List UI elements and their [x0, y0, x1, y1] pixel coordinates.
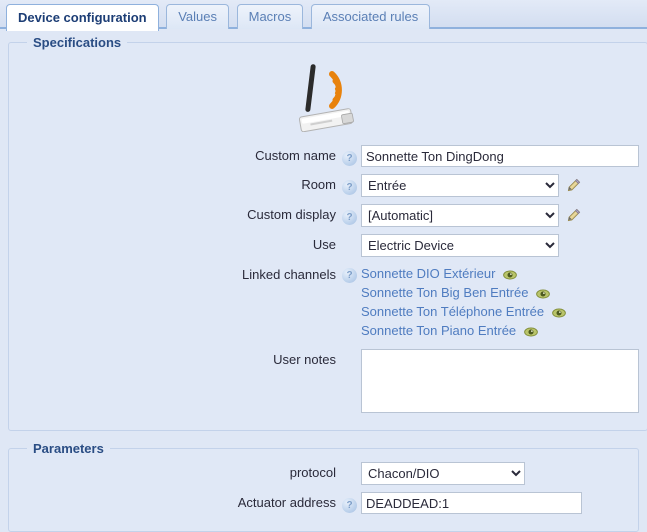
help-spacer	[342, 240, 357, 255]
list-item: Sonnette Ton Piano Entrée	[361, 323, 566, 341]
pencil-icon[interactable]	[566, 208, 581, 223]
linked-channels-list: Sonnette DIO Extérieur Sonnette Ton Big …	[361, 264, 566, 342]
question-mark-icon[interactable]: ?	[342, 180, 357, 195]
eye-icon[interactable]	[536, 287, 550, 302]
help-spacer	[342, 353, 357, 368]
user-notes-row: User notes	[17, 349, 639, 413]
eye-icon[interactable]	[523, 325, 538, 340]
tab-device-configuration[interactable]: Device configuration	[6, 4, 159, 31]
device-configuration-page: Specifications Custom name ? Sonnette To…	[0, 29, 647, 532]
user-notes-label: User notes	[273, 352, 336, 367]
custom-display-row: Custom display ? [Automatic]	[17, 204, 639, 227]
custom-display-select[interactable]: [Automatic]	[361, 204, 559, 227]
tab-label: Values	[178, 9, 217, 24]
linked-channel-link[interactable]: Sonnette Ton Big Ben Entrée	[361, 285, 528, 300]
linked-channel-link[interactable]: Sonnette Ton Piano Entrée	[361, 323, 516, 338]
device-image	[17, 56, 639, 145]
specifications-legend: Specifications	[33, 35, 122, 50]
protocol-label: protocol	[289, 465, 336, 480]
question-mark-icon[interactable]: ?	[342, 497, 357, 513]
list-item: Sonnette Ton Téléphone Entrée	[361, 304, 566, 322]
parameters-section: Parameters protocol Chacon/DIO Actuator …	[8, 441, 639, 532]
list-item: Sonnette Ton Big Ben Entrée	[361, 285, 566, 303]
list-item: Sonnette DIO Extérieur	[361, 266, 566, 284]
custom-name-input[interactable]	[361, 145, 639, 167]
tab-label: Associated rules	[322, 9, 419, 24]
use-row: Use Electric Device	[17, 234, 639, 257]
user-notes-textarea[interactable]	[361, 349, 639, 413]
linked-channel-link[interactable]: Sonnette DIO Extérieur	[361, 266, 495, 281]
linked-channels-label: Linked channels	[242, 267, 336, 282]
use-label: Use	[312, 237, 336, 252]
eye-icon[interactable]	[503, 268, 517, 283]
room-select[interactable]: Entrée	[361, 174, 559, 197]
protocol-row: protocol Chacon/DIO	[17, 462, 630, 485]
question-mark-icon[interactable]: ?	[342, 268, 357, 283]
tab-strip: Device configuration Values Macros Assoc…	[0, 0, 647, 31]
custom-name-label: Custom name	[255, 148, 336, 163]
specifications-section: Specifications Custom name ? Sonnette To…	[8, 35, 647, 431]
room-label: Room	[301, 177, 336, 192]
tab-values[interactable]: Values	[166, 4, 229, 29]
eye-icon[interactable]	[551, 306, 566, 321]
parameters-legend: Parameters	[33, 441, 104, 456]
custom-name-row: Custom name ?	[17, 145, 639, 167]
help-spacer	[342, 468, 357, 483]
actuator-address-input[interactable]	[361, 492, 582, 514]
actuator-address-row: Actuator address ?	[17, 492, 630, 514]
protocol-select[interactable]: Chacon/DIO	[361, 462, 525, 485]
linked-channel-link[interactable]: Sonnette Ton Téléphone Entrée	[361, 304, 544, 319]
tab-label: Macros	[248, 9, 292, 24]
use-select[interactable]: Electric Device	[361, 234, 559, 257]
tab-label: Device configuration	[18, 10, 147, 25]
room-row: Room ? Entrée	[17, 174, 639, 197]
pencil-icon[interactable]	[566, 178, 581, 193]
actuator-address-label: Actuator address	[237, 495, 336, 510]
wireless-usb-transmitter-icon	[298, 64, 354, 132]
tab-associated-rules[interactable]: Associated rules	[310, 4, 431, 29]
custom-display-label: Custom display	[247, 207, 336, 222]
question-mark-icon[interactable]: ?	[342, 150, 357, 166]
linked-channels-row: Linked channels ? Sonnette DIO Extérieur	[17, 264, 639, 342]
tab-macros[interactable]: Macros	[236, 4, 304, 29]
question-mark-icon[interactable]: ?	[342, 210, 357, 225]
